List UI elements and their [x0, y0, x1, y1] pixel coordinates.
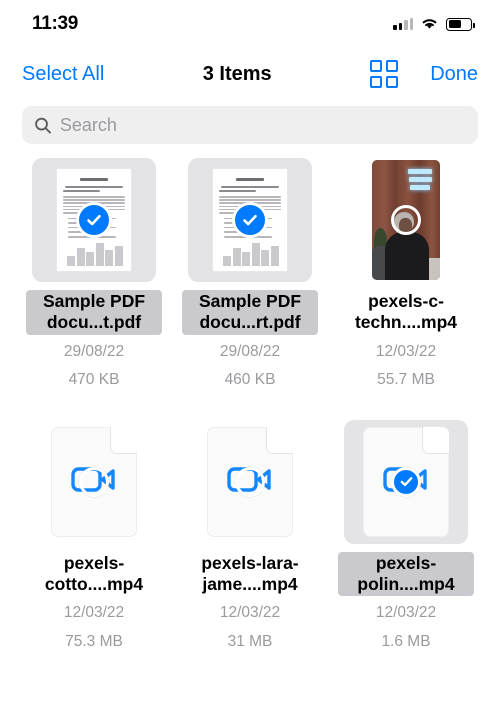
- file-name: Sample PDF docu...t.pdf: [26, 290, 162, 335]
- page-fold-corner: [266, 426, 293, 454]
- select-all-button[interactable]: Select All: [22, 63, 104, 86]
- file-thumbnail[interactable]: [32, 420, 156, 544]
- grid-view-icon[interactable]: [370, 60, 399, 88]
- file-thumbnail[interactable]: [32, 158, 156, 282]
- file-size: 1.6 MB: [381, 632, 431, 650]
- file-size: 31 MB: [227, 632, 273, 650]
- file-date: 12/03/22: [63, 604, 125, 622]
- battery-icon: [446, 17, 475, 31]
- file-name: pexels-cotto....mp4: [44, 552, 144, 594]
- status-time: 11:39: [32, 13, 79, 34]
- file-item[interactable]: pexels-cotto....mp4 12/03/22 75.3 MB: [16, 420, 172, 654]
- search-icon: [35, 117, 51, 133]
- page-fold-corner: [110, 426, 137, 454]
- file-date: 29/08/22: [219, 342, 281, 360]
- file-size: 470 KB: [68, 371, 120, 389]
- file-thumbnail[interactable]: [344, 158, 468, 282]
- file-size: 55.7 MB: [377, 371, 435, 389]
- file-item[interactable]: pexels-lara-jame....mp4 12/03/22 31 MB: [172, 420, 328, 654]
- navigation-bar: Select All 3 Items Done: [0, 48, 500, 100]
- neon-sign: [407, 169, 433, 190]
- file-grid: Sample PDF docu...t.pdf 29/08/22 470 KB …: [0, 144, 500, 653]
- file-thumbnail[interactable]: [344, 419, 468, 544]
- wifi-icon: [422, 19, 437, 29]
- checkmark-empty-icon[interactable]: [79, 466, 109, 497]
- file-size: 460 KB: [224, 371, 276, 389]
- checkmark-empty-icon[interactable]: [235, 466, 265, 497]
- search-container: [0, 100, 500, 144]
- file-item[interactable]: pexels-c-techn....mp4 12/03/22 55.7 MB: [328, 158, 484, 392]
- file-date: 12/03/22: [375, 604, 437, 622]
- file-name: pexels-lara-jame....mp4: [201, 552, 299, 594]
- search-input[interactable]: [59, 114, 466, 136]
- file-date: 29/08/22: [63, 342, 125, 360]
- cellular-signal-icon: [393, 18, 413, 30]
- checkmark-filled-icon[interactable]: [391, 466, 421, 497]
- checkmark-filled-icon[interactable]: [232, 202, 268, 238]
- file-name: Sample PDF docu...rt.pdf: [182, 290, 318, 335]
- done-button[interactable]: Done: [430, 63, 478, 86]
- file-date: 12/03/22: [375, 342, 437, 360]
- file-size: 75.3 MB: [65, 632, 123, 650]
- status-indicators: [393, 17, 475, 31]
- search-bar[interactable]: [22, 106, 478, 144]
- file-thumbnail[interactable]: [188, 420, 312, 544]
- file-thumbnail[interactable]: [188, 158, 312, 282]
- checkmark-empty-icon[interactable]: [391, 205, 421, 235]
- file-item[interactable]: Sample PDF docu...rt.pdf 29/08/22 460 KB: [172, 158, 328, 392]
- file-date: 12/03/22: [219, 604, 281, 622]
- checkmark-filled-icon[interactable]: [76, 202, 112, 238]
- file-name: pexels-polin....mp4: [338, 551, 474, 597]
- file-item[interactable]: Sample PDF docu...t.pdf 29/08/22 470 KB: [16, 158, 172, 392]
- file-name: pexels-c-techn....mp4: [354, 291, 458, 333]
- file-item[interactable]: pexels-polin....mp4 12/03/22 1.6 MB: [328, 419, 484, 654]
- status-bar: 11:39: [0, 0, 500, 48]
- page-title: 3 Items: [202, 62, 272, 85]
- page-fold-corner: [422, 426, 449, 454]
